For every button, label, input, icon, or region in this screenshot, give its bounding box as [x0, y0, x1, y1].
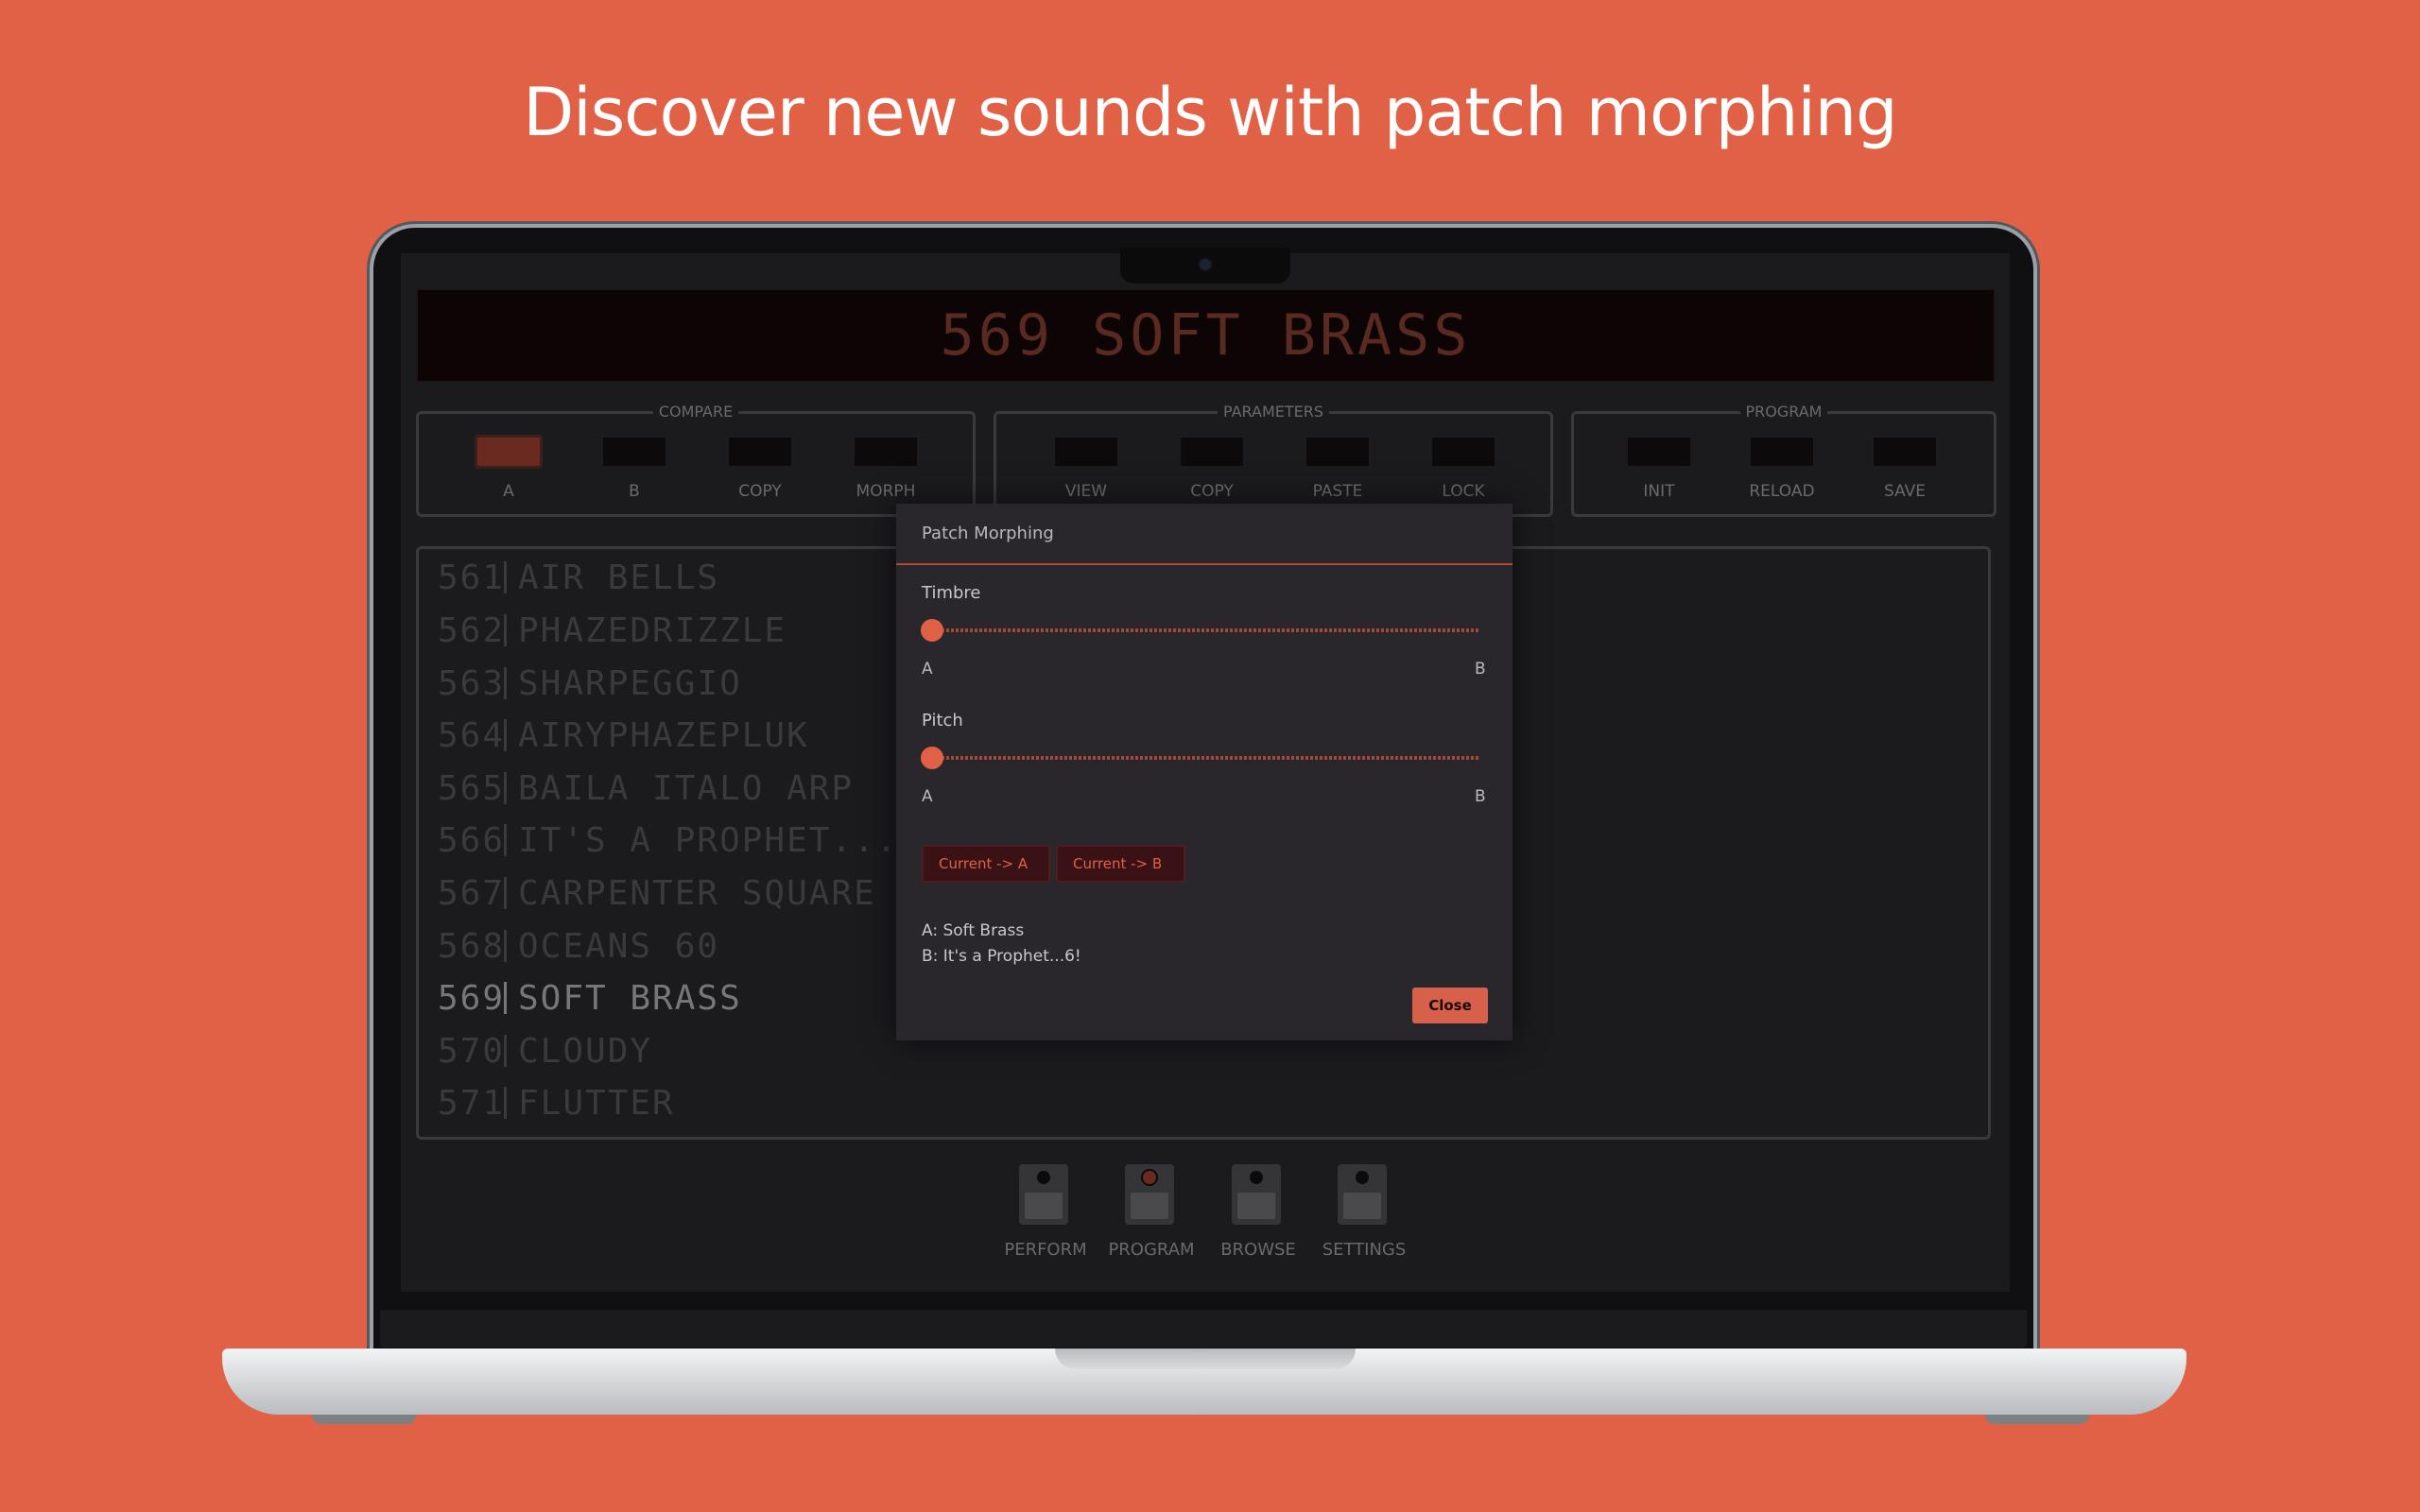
patch-row[interactable]: 568 OCEANS 60: [438, 922, 719, 970]
dialog-divider: [896, 563, 1512, 565]
pitch-label: Pitch: [922, 711, 963, 730]
current-to-a-button[interactable]: Current -> A: [922, 845, 1050, 883]
program-group: PROGRAM INIT RELOAD SAVE: [1571, 403, 1996, 517]
headline: Discover new sounds with patch morphing: [523, 74, 1897, 151]
save-button[interactable]: [1871, 435, 1939, 469]
program-switch[interactable]: [1125, 1164, 1174, 1225]
compare-b-button[interactable]: [600, 435, 668, 469]
paste-label: PASTE: [1312, 482, 1363, 501]
pitch-min-label: A: [922, 787, 933, 806]
patch-row[interactable]: 563 SHARPEGGIO: [438, 660, 742, 707]
init-label: INIT: [1643, 482, 1675, 501]
compare-copy-label: COPY: [738, 482, 782, 501]
laptop-chin: [380, 1310, 2027, 1348]
param-copy-button[interactable]: [1178, 435, 1246, 469]
patch-b-info: B: It's a Prophet...6!: [922, 947, 1081, 966]
perform-switch[interactable]: [1019, 1164, 1068, 1225]
patch-row[interactable]: 567 CARPENTER SQUARE: [438, 869, 876, 917]
compare-group: COMPARE A B COPY MORPH: [416, 403, 976, 517]
compare-group-title: COMPARE: [652, 403, 739, 421]
patch-row[interactable]: 565 BAILA ITALO ARP: [438, 765, 854, 812]
patch-row[interactable]: 566 IT'S A PROPHET...6!: [438, 816, 943, 864]
init-button[interactable]: [1625, 435, 1693, 469]
parameters-group: PARAMETERS VIEW COPY PASTE LOCK: [994, 403, 1553, 517]
tab-perform-label: PERFORM: [1004, 1240, 1087, 1260]
camera-notch: [1120, 248, 1290, 284]
settings-switch[interactable]: [1338, 1164, 1387, 1225]
laptop-open-notch: [1055, 1349, 1356, 1369]
compare-a-button[interactable]: [475, 435, 543, 469]
timbre-slider-thumb[interactable]: [921, 619, 943, 642]
patch-row[interactable]: 561 AIR BELLS: [438, 554, 719, 601]
pitch-slider-thumb[interactable]: [921, 747, 943, 769]
program-group-title: PROGRAM: [1739, 403, 1828, 421]
parameters-group-title: PARAMETERS: [1217, 403, 1330, 421]
pitch-slider-track[interactable]: [932, 756, 1480, 760]
app-screen: 569 SOFT BRASS COMPARE A B COPY MORPH PA…: [401, 253, 2010, 1292]
param-copy-label: COPY: [1190, 482, 1234, 501]
close-button[interactable]: Close: [1412, 988, 1488, 1023]
dialog-title: Patch Morphing: [922, 524, 1054, 543]
compare-copy-button[interactable]: [726, 435, 794, 469]
patch-row[interactable]: 570 CLOUDY: [438, 1027, 652, 1074]
morph-label: MORPH: [856, 482, 916, 501]
laptop-foot-left: [312, 1415, 416, 1424]
reload-button[interactable]: [1748, 435, 1816, 469]
lock-button[interactable]: [1429, 435, 1497, 469]
lock-label: LOCK: [1442, 482, 1485, 501]
view-button[interactable]: [1052, 435, 1120, 469]
tab-browse-label: BROWSE: [1220, 1240, 1296, 1260]
browse-switch[interactable]: [1232, 1164, 1281, 1225]
patch-row-selected[interactable]: 569 SOFT BRASS: [438, 974, 742, 1022]
paste-button[interactable]: [1304, 435, 1372, 469]
patch-morphing-dialog: Patch Morphing Timbre A B Pitch A B Curr…: [896, 504, 1512, 1040]
tab-settings-label: SETTINGS: [1322, 1240, 1407, 1260]
lcd-display: 569 SOFT BRASS: [416, 288, 1996, 383]
current-to-b-button[interactable]: Current -> B: [1056, 845, 1185, 883]
timbre-label: Timbre: [922, 583, 981, 603]
reload-label: RELOAD: [1749, 482, 1815, 501]
tab-program-label: PROGRAM: [1108, 1240, 1195, 1260]
timbre-max-label: B: [1475, 660, 1486, 679]
view-label: VIEW: [1064, 482, 1108, 501]
patch-a-info: A: Soft Brass: [922, 921, 1025, 940]
laptop-foot-right: [1985, 1415, 2089, 1424]
patch-row[interactable]: 564 AIRYPHAZEPLUK: [438, 712, 809, 759]
save-label: SAVE: [1883, 482, 1927, 501]
timbre-min-label: A: [922, 660, 933, 679]
timbre-slider-track[interactable]: [932, 628, 1480, 632]
patch-row[interactable]: 571 FLUTTER: [438, 1079, 675, 1126]
morph-button[interactable]: [852, 435, 920, 469]
patch-row[interactable]: 562 PHAZEDRIZZLE: [438, 607, 786, 654]
compare-b-label: B: [629, 482, 640, 501]
pitch-max-label: B: [1475, 787, 1486, 806]
camera-icon: [1200, 259, 1211, 270]
compare-a-label: A: [503, 482, 514, 501]
